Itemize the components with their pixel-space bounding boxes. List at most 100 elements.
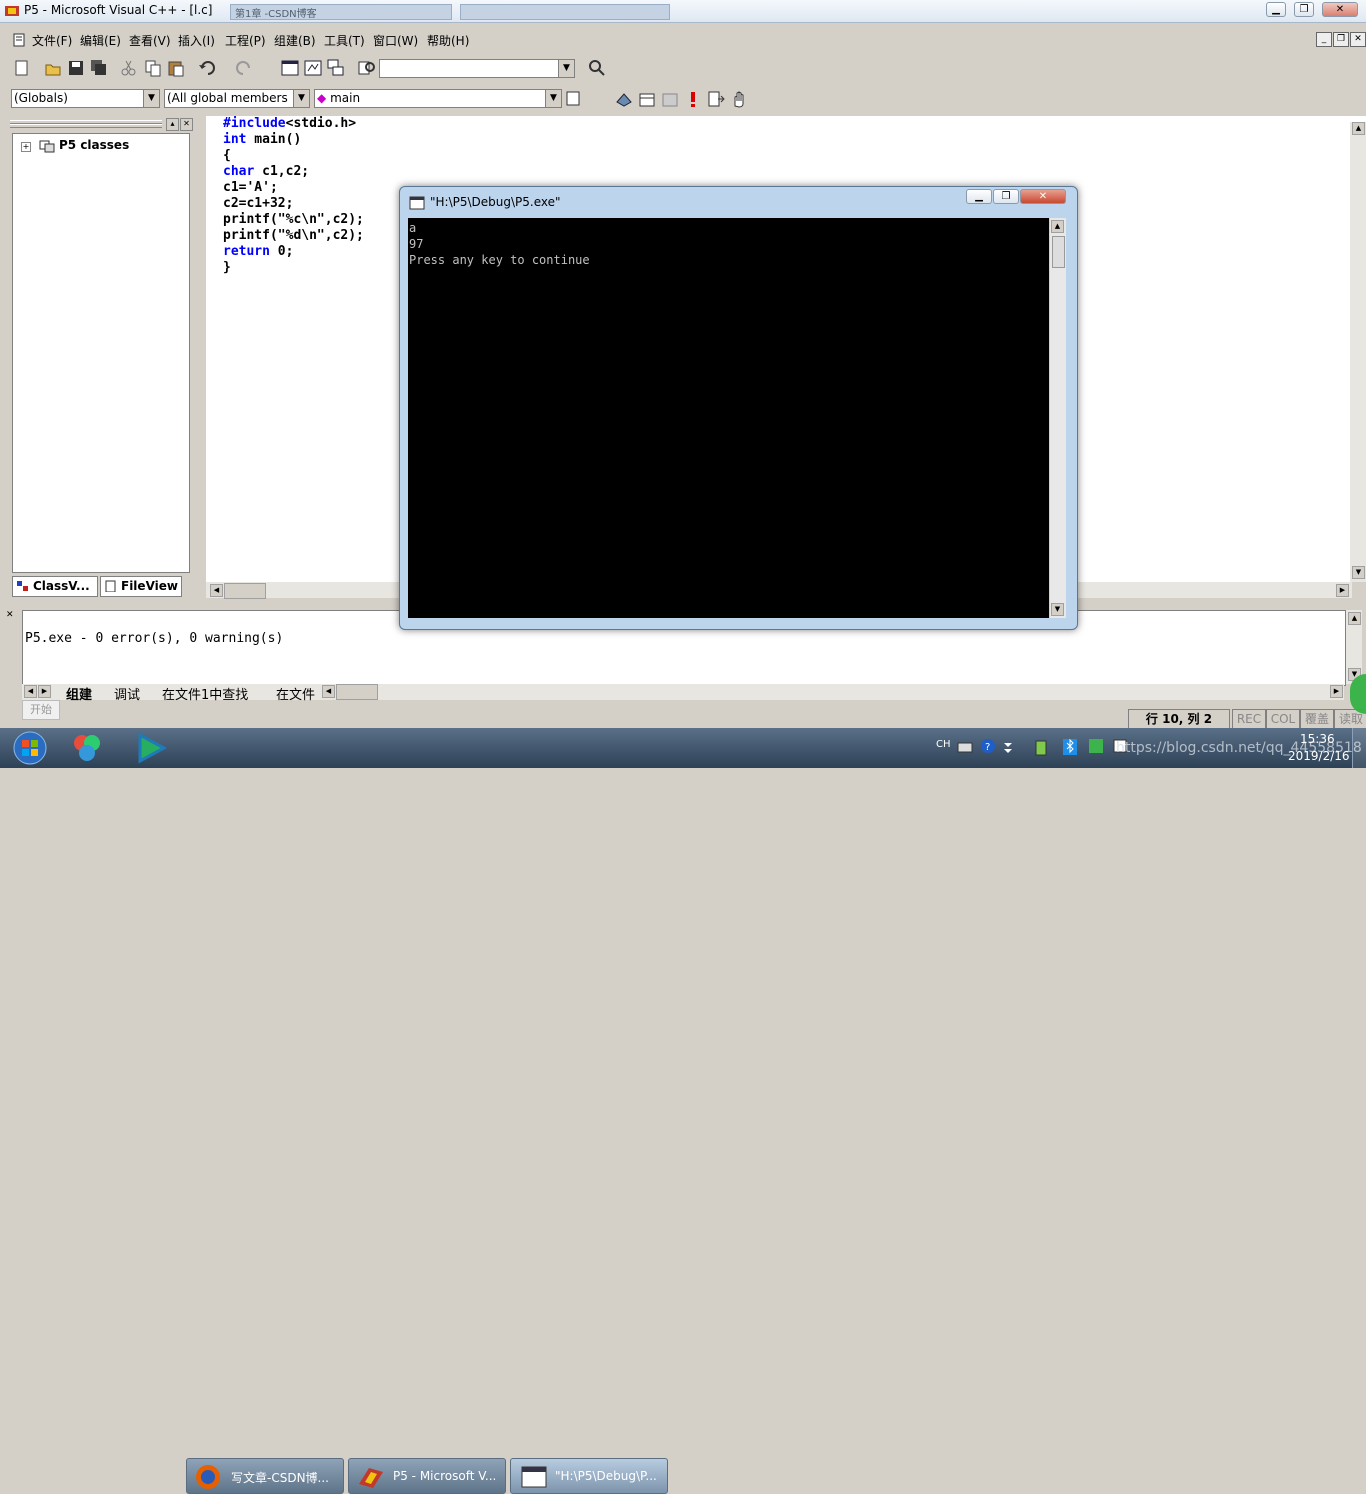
scroll-up-icon[interactable]: ▲ (1051, 220, 1064, 233)
task-vc[interactable]: P5 - Microsoft V... (348, 1458, 506, 1494)
stop-build-icon[interactable] (661, 90, 679, 108)
build-result-text: P5.exe - 0 error(s), 0 warning(s) (25, 631, 284, 646)
tree-expand-icon[interactable]: + (21, 142, 31, 152)
menu-file[interactable]: 文件(F) (32, 32, 72, 49)
mdi-minimize-button[interactable]: _ (1316, 32, 1332, 47)
clock-time[interactable]: 15:36 (1300, 732, 1335, 746)
find-in-files-icon[interactable] (358, 59, 376, 77)
tray-language[interactable]: CH (936, 739, 951, 750)
scroll-down-icon[interactable]: ▼ (1051, 603, 1064, 616)
cut-icon[interactable] (120, 59, 138, 77)
wizard-action-icon[interactable] (565, 90, 583, 108)
copy-icon[interactable] (144, 59, 162, 77)
console-close-button[interactable]: ✕ (1020, 189, 1066, 204)
background-window-tab[interactable]: 第1章 -CSDN博客 (230, 4, 452, 20)
paste-icon[interactable] (167, 59, 185, 77)
menu-edit[interactable]: 编辑(E) (80, 32, 121, 49)
clock-date[interactable]: 2019/2/16 (1288, 749, 1350, 763)
output-hscroll-thumb[interactable] (336, 684, 378, 700)
battery-icon[interactable] (1034, 738, 1048, 756)
chevron-down-icon[interactable]: ▼ (558, 60, 574, 77)
hscroll-thumb[interactable] (224, 583, 266, 599)
console-output[interactable]: a 97 Press any key to continue (408, 218, 1049, 618)
scroll-down-icon[interactable]: ▼ (1352, 566, 1365, 579)
go-icon[interactable] (707, 90, 725, 108)
scroll-left-icon[interactable]: ◀ (210, 584, 223, 597)
console-window[interactable]: "H:\P5\Debug\P5.exe" ▁ ❐ ✕ a 97 Press any … (399, 186, 1078, 630)
tray-options-icon[interactable] (1002, 740, 1014, 754)
help-icon[interactable]: ? (980, 738, 996, 754)
mdi-restore-button[interactable]: ❐ (1333, 32, 1349, 47)
tab-debug[interactable]: 调试 (114, 684, 140, 703)
tab-classview[interactable]: ClassV... (12, 576, 98, 597)
tab-scroll-left-icon[interactable]: ◀ (24, 685, 37, 698)
console-scroll-thumb[interactable] (1052, 236, 1065, 268)
chevron-down-icon[interactable]: ▼ (293, 90, 309, 107)
open-folder-icon[interactable] (44, 59, 62, 77)
breakpoint-hand-icon[interactable] (730, 90, 748, 108)
code-text: printf("%c\n",c2); (223, 212, 364, 227)
scroll-up-icon[interactable]: ▲ (1348, 612, 1361, 625)
menu-window[interactable]: 窗口(W) (373, 32, 418, 49)
cursor-position: 行 10, 列 2 (1128, 709, 1230, 729)
menu-tools[interactable]: 工具(T) (324, 32, 365, 49)
menu-help[interactable]: 帮助(H) (427, 32, 469, 49)
scroll-up-icon[interactable]: ▲ (1352, 122, 1365, 135)
scroll-right-icon[interactable]: ▶ (1336, 584, 1349, 597)
code-line: #include<stdio.h> (223, 116, 364, 132)
bluetooth-icon[interactable] (1062, 738, 1078, 756)
undo-icon[interactable] (198, 59, 216, 77)
task-console[interactable]: "H:\P5\Debug\P... (510, 1458, 668, 1494)
build-icon[interactable] (638, 90, 656, 108)
show-desktop-button[interactable] (1352, 728, 1366, 768)
menu-insert[interactable]: 插入(I) (178, 32, 215, 49)
menu-build[interactable]: 组建(B) (274, 32, 316, 49)
chevron-down-icon[interactable]: ▼ (143, 90, 159, 107)
members-combo[interactable]: (All global members ▼ (164, 89, 310, 108)
keyboard-icon[interactable] (957, 740, 973, 754)
maximize-button[interactable]: ❐ (1294, 2, 1314, 17)
save-all-icon[interactable] (90, 59, 108, 77)
scope-combo[interactable]: (Globals) ▼ (11, 89, 160, 108)
tree-root-label[interactable]: P5 classes (59, 138, 129, 152)
code-text: printf("%d\n",c2); (223, 228, 364, 243)
tab-find-in-files-2[interactable]: 在文件 (276, 684, 315, 703)
menu-project[interactable]: 工程(P) (225, 32, 266, 49)
search-icon[interactable] (588, 59, 606, 77)
mdi-close-button[interactable]: ✕ (1350, 32, 1366, 47)
task-csdn[interactable]: 写文章-CSDN博... (186, 1458, 344, 1494)
scroll-left-icon[interactable]: ◀ (322, 685, 335, 698)
find-combo[interactable]: ▼ (379, 59, 575, 78)
tab-build[interactable]: 组建 (66, 684, 92, 703)
security-icon[interactable] (1088, 738, 1104, 754)
minimize-button[interactable]: ▁ (1266, 2, 1286, 17)
window-list-icon[interactable] (327, 59, 345, 77)
chevron-down-icon[interactable]: ▼ (545, 90, 561, 107)
tab-find-in-files-1[interactable]: 在文件1中查找 (162, 684, 248, 703)
output-close-icon[interactable]: ✕ (6, 610, 16, 620)
output-window-icon[interactable] (304, 59, 322, 77)
new-file-icon[interactable] (13, 59, 31, 77)
panel-expand-icon[interactable]: ▴ (166, 118, 179, 131)
console-maximize-button[interactable]: ❐ (993, 189, 1019, 204)
menu-view[interactable]: 查看(V) (129, 32, 171, 49)
media-player-icon[interactable] (134, 731, 168, 765)
background-window-tab-2[interactable] (460, 4, 670, 20)
workspace-icon[interactable] (281, 59, 299, 77)
console-vscrollbar[interactable]: ▲ ▼ (1050, 218, 1066, 618)
app-launcher-icon[interactable] (70, 731, 104, 765)
tab-fileview[interactable]: FileView (100, 576, 182, 597)
execute-icon[interactable] (684, 90, 702, 108)
close-button[interactable]: ✕ (1322, 2, 1358, 17)
redo-icon[interactable] (235, 59, 253, 77)
compile-icon[interactable] (615, 90, 633, 108)
tab-scroll-right-icon[interactable]: ▶ (38, 685, 51, 698)
code-line: printf("%c\n",c2); (223, 212, 364, 228)
save-icon[interactable] (67, 59, 85, 77)
editor-vscrollbar[interactable] (1350, 122, 1366, 582)
start-orb-icon[interactable] (10, 730, 50, 766)
console-minimize-button[interactable]: ▁ (966, 189, 992, 204)
function-combo[interactable]: ◆ main ▼ (314, 89, 562, 108)
panel-close-icon[interactable]: ✕ (180, 118, 193, 131)
scroll-right-icon[interactable]: ▶ (1330, 685, 1343, 698)
